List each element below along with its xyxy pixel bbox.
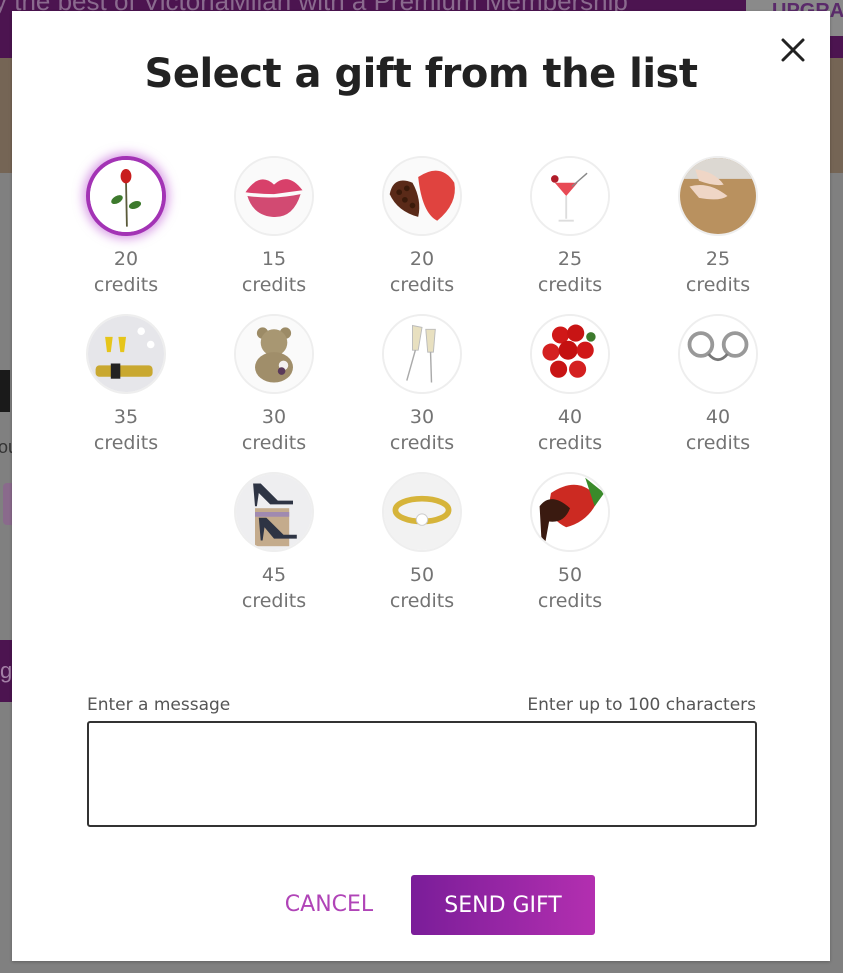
gift-credits: 45 credits xyxy=(241,564,307,612)
gift-credits: 40 credits xyxy=(685,406,751,454)
gift-option-diamond-ring[interactable]: 50 credits xyxy=(348,472,496,614)
gift-image xyxy=(382,156,462,236)
gift-image xyxy=(530,314,610,394)
gift-option-rose-bouquet[interactable]: 40 credits xyxy=(496,314,644,456)
gift-option-high-heels[interactable]: 45 credits xyxy=(200,472,348,614)
diamond-ring-icon xyxy=(384,474,460,550)
gift-grid: 20 credits 15 credits 20 credits 25 cred… xyxy=(52,156,792,614)
gift-option-massage[interactable]: 25 credits xyxy=(644,156,792,298)
send-gift-button[interactable]: SEND GIFT xyxy=(411,875,595,935)
cocktail-icon xyxy=(532,158,608,234)
massage-icon xyxy=(680,158,756,234)
modal-title: Select a gift from the list xyxy=(144,51,698,97)
gift-image xyxy=(234,472,314,552)
gift-option-chocolate-box[interactable]: 20 credits xyxy=(348,156,496,298)
rose-icon xyxy=(90,160,162,232)
champagne-bottles-icon xyxy=(88,316,164,392)
cancel-button[interactable]: CANCEL xyxy=(274,875,384,933)
gift-image xyxy=(234,156,314,236)
gift-image xyxy=(530,156,610,236)
gift-credits: 30 credits xyxy=(241,406,307,454)
message-limit-hint: Enter up to 100 characters xyxy=(527,695,756,715)
gift-credits: 15 credits xyxy=(241,248,307,296)
gift-credits: 20 credits xyxy=(93,248,159,296)
gift-image xyxy=(678,156,758,236)
background-heading-fragment xyxy=(0,370,10,412)
gift-credits: 20 credits xyxy=(389,248,455,296)
handcuffs-icon xyxy=(680,316,756,392)
gift-credits: 40 credits xyxy=(537,406,603,454)
gift-modal: Select a gift from the list 20 credits 1… xyxy=(12,11,830,961)
gift-option-kiss[interactable]: 15 credits xyxy=(200,156,348,298)
gift-option-handcuffs[interactable]: 40 credits xyxy=(644,314,792,456)
gift-image xyxy=(86,314,166,394)
chocolate-strawberry-icon xyxy=(532,474,608,550)
gift-credits: 30 credits xyxy=(389,406,455,454)
gift-credits: 50 credits xyxy=(389,564,455,612)
gift-option-champagne-toast[interactable]: 30 credits xyxy=(348,314,496,456)
rose-bouquet-icon xyxy=(532,316,608,392)
kiss-lips-icon xyxy=(236,158,312,234)
chocolate-box-icon xyxy=(384,158,460,234)
gift-credits: 25 credits xyxy=(685,248,751,296)
gift-option-teddy-bear[interactable]: 30 credits xyxy=(200,314,348,456)
message-input[interactable] xyxy=(87,721,757,827)
champagne-glasses-icon xyxy=(384,316,460,392)
gift-option-single-rose[interactable]: 20 credits xyxy=(52,156,200,298)
gift-image xyxy=(382,472,462,552)
gift-credits: 50 credits xyxy=(537,564,603,612)
gift-image xyxy=(234,314,314,394)
gift-credits: 35 credits xyxy=(93,406,159,454)
gift-option-champagne-celebration[interactable]: 35 credits xyxy=(52,314,200,456)
gift-image xyxy=(530,472,610,552)
gift-image xyxy=(86,156,166,236)
gift-option-chocolate-strawberry[interactable]: 50 credits xyxy=(496,472,644,614)
high-heels-icon xyxy=(236,474,312,550)
gift-option-cocktail[interactable]: 25 credits xyxy=(496,156,644,298)
gift-image xyxy=(678,314,758,394)
message-label: Enter a message xyxy=(87,695,231,715)
gift-image xyxy=(382,314,462,394)
gift-credits: 25 credits xyxy=(537,248,603,296)
teddy-bear-icon xyxy=(236,316,312,392)
